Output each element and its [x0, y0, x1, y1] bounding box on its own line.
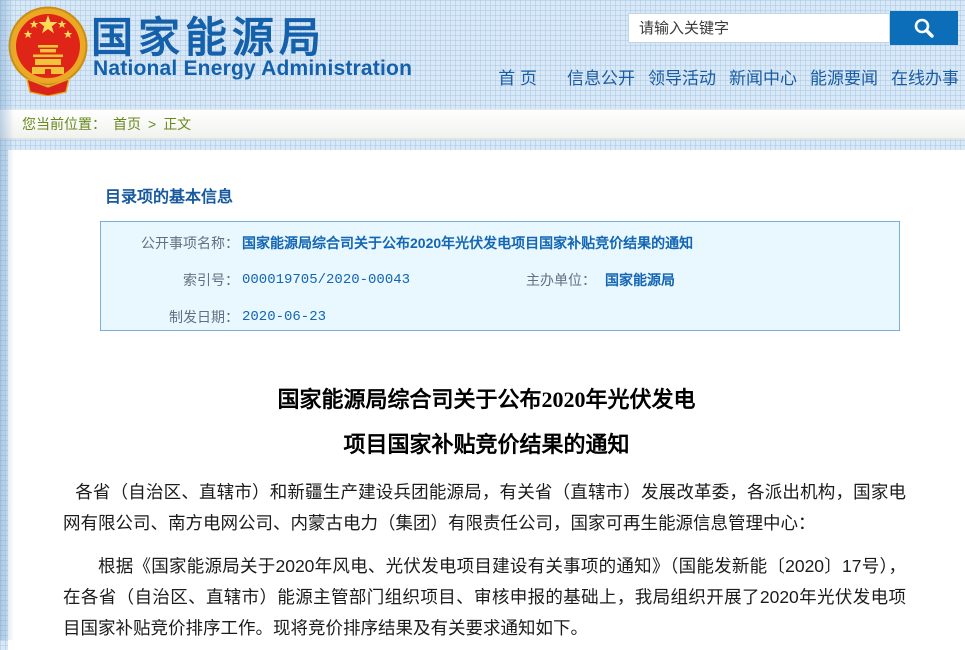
- breadcrumb: 您当前位置： 首页 > 正文: [22, 110, 191, 138]
- catalog-org-label: 主办单位：: [526, 268, 596, 292]
- breadcrumb-home-link[interactable]: 首页: [113, 110, 141, 138]
- national-emblem-logo: [8, 3, 88, 96]
- breadcrumb-bar: 您当前位置： 首页 > 正文: [0, 109, 965, 139]
- nav-item-news-center[interactable]: 新闻中心: [729, 64, 797, 89]
- site-title-en: National Energy Administration: [93, 57, 412, 81]
- catalog-info-box: 公开事项名称： 国家能源局综合司关于公布2020年光伏发电项目国家补贴竞价结果的…: [100, 221, 900, 331]
- catalog-org-value: 国家能源局: [605, 268, 675, 292]
- article-title-line1: 国家能源局综合司关于公布2020年光伏发电: [8, 377, 965, 422]
- search-icon: [912, 16, 936, 40]
- search-input[interactable]: [628, 13, 890, 43]
- catalog-index-label: 索引号：: [101, 268, 239, 292]
- catalog-date-value: 2020-06-23: [242, 305, 326, 329]
- catalog-name-label: 公开事项名称：: [101, 231, 239, 255]
- nav-item-home[interactable]: 首 页: [498, 64, 537, 89]
- site-title-zh: 国家能源局: [91, 4, 326, 65]
- catalog-org-pair: 主办单位： 国家能源局: [526, 268, 675, 292]
- catalog-name-row: 公开事项名称： 国家能源局综合司关于公布2020年光伏发电项目国家补贴竞价结果的…: [101, 231, 899, 255]
- breadcrumb-label: 您当前位置：: [22, 110, 106, 138]
- main-nav: 首 页 信息公开 领导活动 新闻中心 能源要闻 在线办事: [498, 63, 959, 89]
- nav-item-energy-news[interactable]: 能源要闻: [810, 64, 878, 89]
- breadcrumb-separator: >: [148, 110, 156, 138]
- catalog-index-value: 000019705/2020-00043: [242, 268, 410, 292]
- catalog-date-row: 制发日期： 2020-06-23: [101, 305, 899, 329]
- catalog-date-label: 制发日期：: [101, 305, 239, 329]
- nav-item-info-disclosure[interactable]: 信息公开: [567, 64, 635, 89]
- catalog-name-value: 国家能源局综合司关于公布2020年光伏发电项目国家补贴竞价结果的通知: [242, 231, 693, 255]
- search-button[interactable]: [890, 11, 958, 45]
- article-title: 国家能源局综合司关于公布2020年光伏发电 项目国家补贴竞价结果的通知: [8, 377, 965, 467]
- article-paragraph: 根据《国家能源局关于2020年风电、光伏发电项目建设有关事项的通知》（国能发新能…: [63, 551, 906, 644]
- article-title-line2: 项目国家补贴竞价结果的通知: [8, 422, 965, 467]
- section-title: 目录项的基本信息: [105, 183, 233, 207]
- article-body: 各省（自治区、直辖市）和新疆生产建设兵团能源局，有关省（直辖市）发展改革委，各派…: [63, 477, 906, 644]
- site-header: 国家能源局 National Energy Administration 首 页…: [0, 0, 965, 109]
- breadcrumb-current: 正文: [163, 110, 191, 138]
- catalog-index-row: 索引号： 000019705/2020-00043 主办单位： 国家能源局: [101, 268, 899, 292]
- nav-item-online-services[interactable]: 在线办事: [891, 64, 959, 89]
- article-paragraph: 各省（自治区、直辖市）和新疆生产建设兵团能源局，有关省（直辖市）发展改革委，各派…: [63, 477, 906, 539]
- nav-item-leader-activities[interactable]: 领导活动: [648, 64, 716, 89]
- content-panel: 目录项的基本信息 公开事项名称： 国家能源局综合司关于公布2020年光伏发电项目…: [8, 150, 965, 650]
